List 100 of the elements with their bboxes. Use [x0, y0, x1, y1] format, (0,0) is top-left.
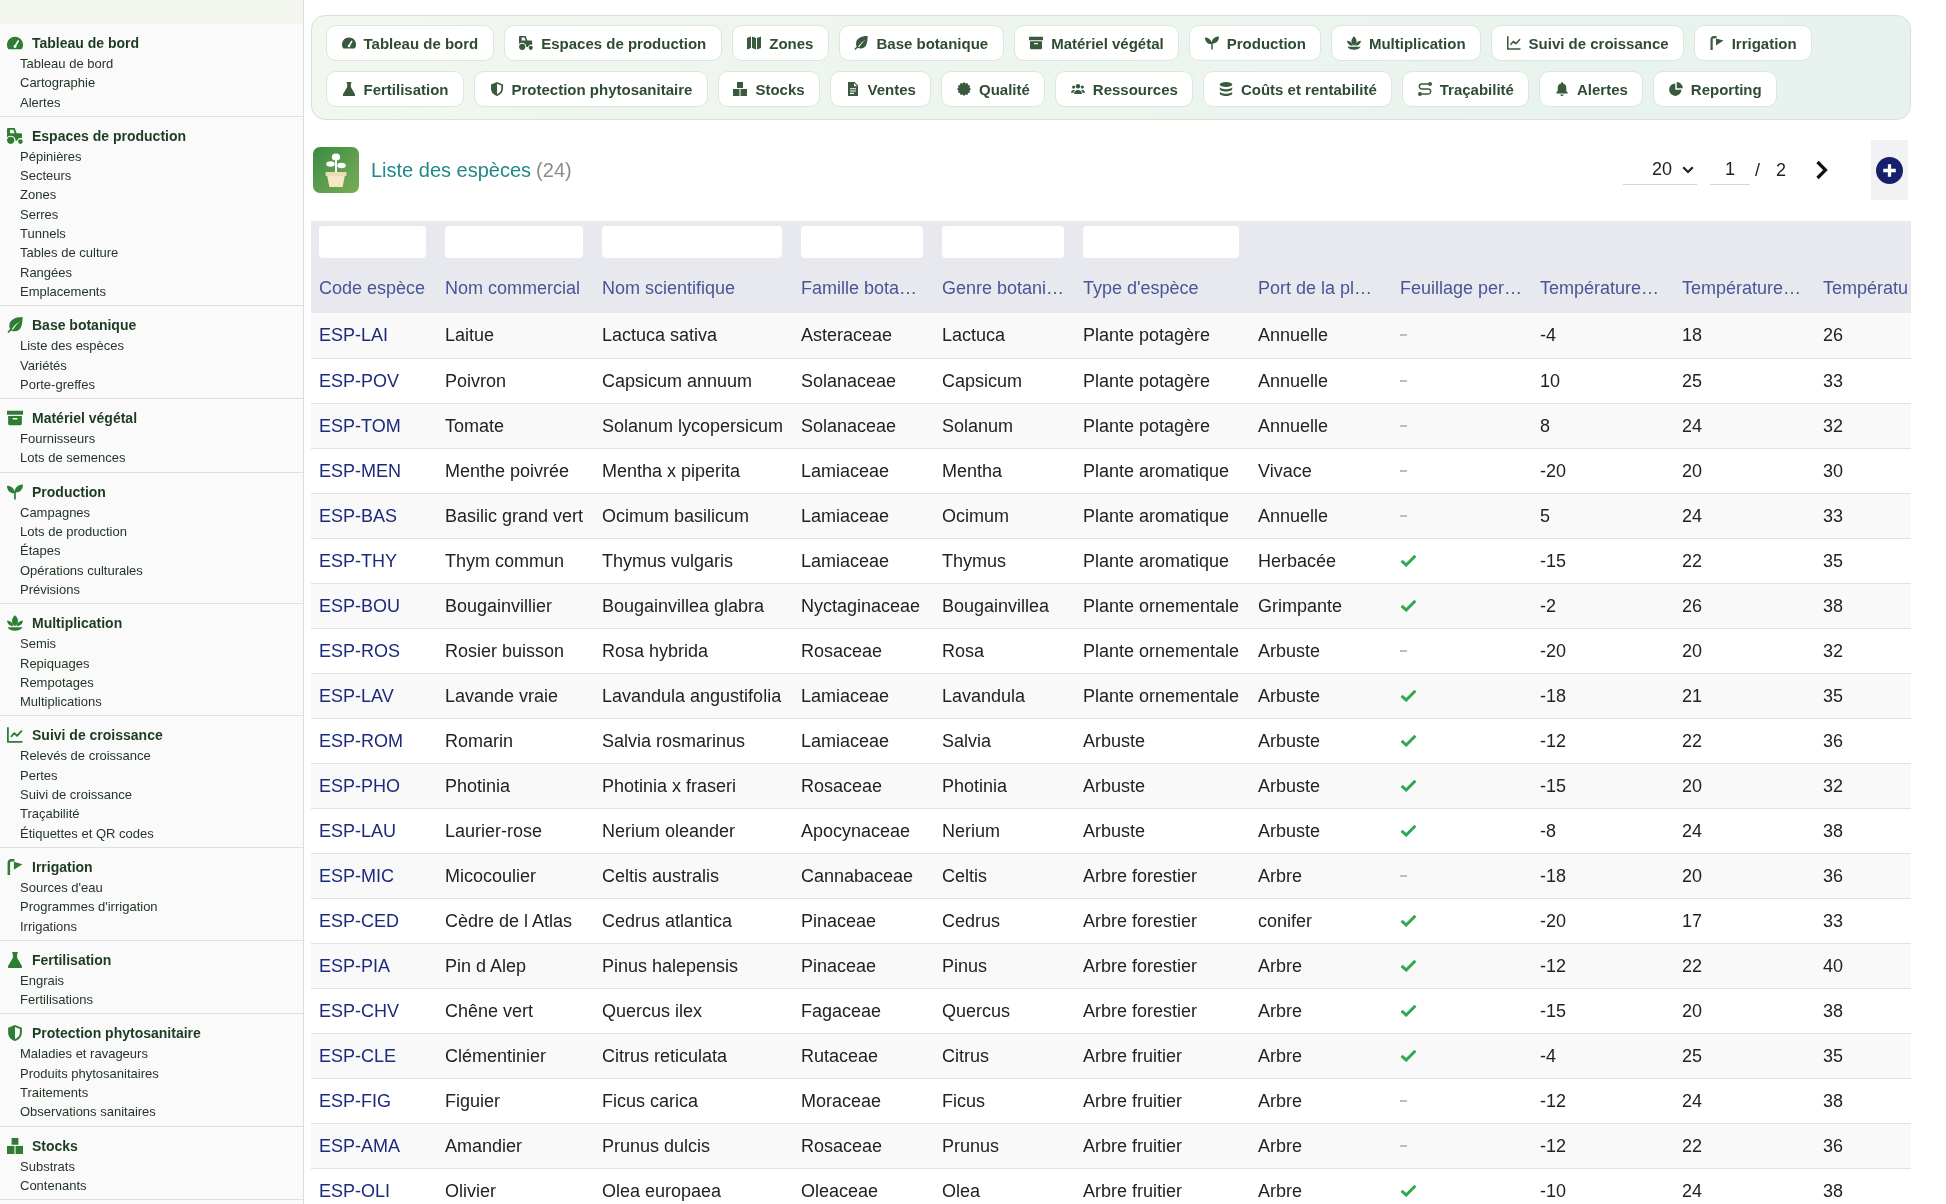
sidebar-link[interactable]: Maladies et ravageurs	[20, 1044, 148, 1064]
species-code-link[interactable]: ESP-CLE	[319, 1045, 397, 1066]
sidebar-link[interactable]: Contenants	[20, 1175, 87, 1196]
sidebar-link[interactable]: Traçabilité	[20, 804, 80, 824]
species-code-link[interactable]: ESP-LAV	[319, 685, 394, 706]
nav-button[interactable]: Fertilisation	[326, 71, 464, 107]
sidebar-link[interactable]: Tunnels	[20, 224, 66, 244]
sidebar-link[interactable]: Porte-greffes	[20, 374, 95, 395]
sidebar-link[interactable]: Étiquettes et QR codes	[20, 823, 154, 843]
sidebar-link[interactable]: Zones	[20, 185, 57, 205]
next-page-button[interactable]	[1815, 160, 1829, 180]
sidebar-link[interactable]: Traitements	[20, 1083, 89, 1103]
sidebar-link[interactable]: Secteurs	[20, 166, 72, 186]
tractor-icon	[519, 36, 534, 50]
sidebar-link[interactable]: Variétés	[20, 355, 67, 375]
sidebar-link[interactable]: Irrigations	[20, 916, 78, 936]
nav-button[interactable]: Protection phytosanitaire	[474, 71, 708, 107]
sidebar-link[interactable]: Tableau de bord	[20, 54, 114, 74]
sidebar-link[interactable]: Campagnes	[20, 502, 91, 523]
sidebar-link[interactable]: Substrats	[20, 1156, 75, 1176]
species-code-link[interactable]: ESP-AMA	[319, 1135, 401, 1156]
nav-button[interactable]: Base botanique	[838, 25, 1004, 61]
species-code-link[interactable]: ESP-BAS	[319, 505, 398, 526]
temperature-value: 38	[1823, 1180, 1844, 1201]
nav-button[interactable]: Matériel végétal	[1013, 25, 1180, 61]
nav-button[interactable]: Qualité	[941, 71, 1046, 107]
sidebar-link[interactable]: Programmes d'irrigation	[20, 897, 158, 917]
common-name: Menthe poivrée	[445, 460, 570, 481]
genus-name: Nerium	[942, 820, 1000, 841]
nav-button[interactable]: Multiplication	[1331, 25, 1482, 61]
sidebar-link[interactable]: Alertes	[20, 92, 61, 112]
sidebar-link[interactable]: Étapes	[20, 541, 61, 561]
species-code-link[interactable]: ESP-PHO	[319, 775, 401, 796]
species-code-link[interactable]: ESP-BOU	[319, 595, 401, 616]
nav-button[interactable]: Suivi de croissance	[1491, 25, 1685, 61]
species-code-link[interactable]: ESP-MIC	[319, 865, 394, 886]
sidebar-link[interactable]: Sources d'eau	[20, 877, 103, 898]
sidebar-link[interactable]: Prévisions	[20, 579, 80, 600]
sidebar-link[interactable]: Fertilisations	[20, 990, 93, 1010]
nav-button[interactable]: Coûts et rentabilité	[1203, 71, 1393, 107]
sidebar-link[interactable]: Suivi de croissance	[20, 785, 132, 805]
sidebar-link[interactable]: Lots de semences	[20, 448, 126, 468]
sidebar-link[interactable]: Pertes	[20, 765, 58, 785]
species-code-link[interactable]: ESP-ROM	[319, 730, 403, 751]
temperature-value: 20	[1682, 1000, 1703, 1021]
sidebar-link[interactable]: Fournisseurs	[20, 429, 96, 449]
species-code-link[interactable]: ESP-LAI	[319, 325, 389, 346]
nav-button[interactable]: Irrigation	[1694, 25, 1813, 61]
species-code-link[interactable]: ESP-TOM	[319, 415, 401, 436]
temperature-value: 36	[1823, 1135, 1844, 1156]
nav-button[interactable]: Production	[1189, 25, 1322, 61]
nav-button[interactable]: Zones	[731, 25, 829, 61]
nav-button[interactable]: Alertes	[1539, 71, 1644, 107]
sidebar-link[interactable]: Opérations culturales	[20, 560, 143, 580]
species-code-link[interactable]: ESP-ROS	[319, 640, 401, 661]
sidebar-link[interactable]: Engrais	[20, 970, 65, 991]
nav-button[interactable]: Reporting	[1653, 71, 1778, 107]
species-code-link[interactable]: ESP-POV	[319, 370, 400, 391]
temperature-value: -12	[1540, 1135, 1566, 1156]
sidebar-link[interactable]: Liste des espèces	[20, 336, 125, 356]
box-icon	[1029, 36, 1044, 50]
sidebar-link[interactable]: Relevés de croissance	[20, 746, 151, 766]
plant-bowl-icon	[7, 615, 23, 632]
species-code-link[interactable]: ESP-LAU	[319, 820, 397, 841]
sidebar-link[interactable]: Lots de production	[20, 522, 127, 542]
sidebar-link[interactable]: Rempotages	[20, 672, 94, 693]
sidebar-link[interactable]: Tables de culture	[20, 243, 119, 263]
species-code-link[interactable]: ESP-FIG	[319, 1090, 391, 1111]
plant-habit: Annuelle	[1258, 325, 1329, 346]
sidebar-link[interactable]: Observations sanitaires	[20, 1102, 156, 1122]
nav-button[interactable]: Ventes	[830, 71, 932, 107]
nav-button[interactable]: Espaces de production	[503, 25, 722, 61]
species-type: Arbre fruitier	[1083, 1135, 1183, 1156]
sidebar-link[interactable]: Cartographie	[20, 73, 96, 93]
sidebar-link[interactable]: Rangées	[20, 262, 73, 282]
sidebar-link[interactable]: Multiplications	[20, 692, 102, 712]
nav-button[interactable]: Ressources	[1055, 71, 1194, 107]
sidebar-link[interactable]: Semis	[20, 634, 57, 654]
species-code-link[interactable]: ESP-OLI	[319, 1180, 391, 1201]
sidebar-link[interactable]: Repiquages	[20, 653, 90, 673]
sidebar-link[interactable]: Serres	[20, 204, 59, 225]
sidebar-link[interactable]: Produits phytosanitaires	[20, 1063, 159, 1083]
page-size-select[interactable]: 20	[1622, 155, 1697, 185]
temperature-value: 26	[1823, 325, 1844, 346]
page-input[interactable]: 1	[1709, 155, 1750, 185]
add-button[interactable]	[1871, 140, 1908, 200]
nav-button[interactable]: Stocks	[717, 71, 821, 107]
species-code-link[interactable]: ESP-MEN	[319, 460, 401, 481]
nav-button[interactable]: Traçabilité	[1402, 71, 1530, 107]
species-code-link[interactable]: ESP-CED	[319, 910, 399, 931]
flask-icon	[7, 951, 23, 968]
plant-habit: Annuelle	[1258, 415, 1329, 436]
species-code-link[interactable]: ESP-CHV	[319, 1000, 399, 1021]
family-name: Oleaceae	[801, 1180, 879, 1201]
sidebar-link[interactable]: Emplacements	[20, 281, 106, 302]
temperature-value: 24	[1682, 505, 1703, 526]
sidebar-link[interactable]: Pépinières	[20, 146, 82, 167]
species-code-link[interactable]: ESP-THY	[319, 550, 397, 571]
species-code-link[interactable]: ESP-PIA	[319, 955, 391, 976]
nav-button[interactable]: Tableau de bord	[326, 25, 494, 61]
